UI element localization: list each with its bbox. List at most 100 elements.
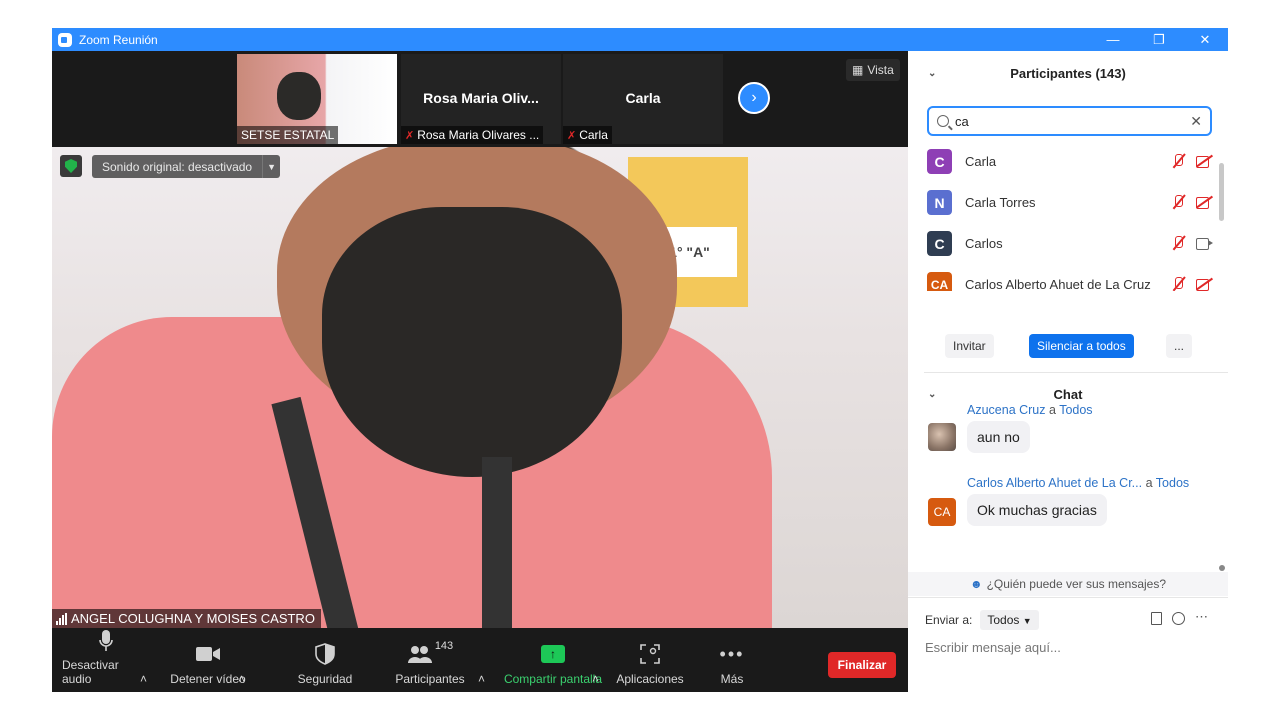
mic-muted-icon[interactable] — [1170, 276, 1186, 291]
participant-row[interactable]: C Carlos — [908, 223, 1218, 264]
participants-scrollbar[interactable] — [1219, 163, 1224, 221]
file-icon[interactable] — [1151, 612, 1162, 625]
signal-icon — [56, 612, 67, 625]
more-dots-icon: ••• — [719, 643, 745, 664]
microphone-icon — [98, 628, 114, 654]
avatar: CA — [927, 272, 952, 291]
camera-on-icon[interactable] — [1196, 235, 1213, 251]
participants-options-chevron-icon[interactable]: ˄ — [478, 628, 485, 692]
chat-message: CA Carlos Alberto Ahuet de La Cr... a To… — [928, 476, 1189, 526]
participant-name: Carla — [965, 154, 997, 169]
video-lanyard — [482, 457, 512, 628]
thumbnail-name: ✗ Carla — [563, 126, 612, 144]
close-icon[interactable]: ✕ — [1182, 28, 1228, 51]
apps-label: Aplicaciones — [616, 672, 684, 686]
participants-icon: 143 — [407, 640, 453, 668]
avatar: CA — [928, 498, 956, 526]
avatar — [928, 423, 956, 451]
video-button[interactable]: Detener vídeo — [168, 628, 248, 692]
participant-actions: Invitar Silenciar a todos ... — [908, 334, 1228, 358]
main-video: 1° "A" Sonido original: desactivado ▼ AN… — [52, 147, 908, 628]
participant-row[interactable]: C Carla — [908, 141, 1218, 182]
zoom-logo-icon — [58, 32, 72, 47]
person-icon: ☻ — [969, 577, 983, 591]
avatar: N — [927, 190, 952, 215]
participants-button[interactable]: 143 Participantes — [388, 628, 472, 692]
more-options-button[interactable]: ... — [1166, 334, 1193, 358]
participant-search[interactable]: ✕ — [927, 106, 1212, 136]
participant-search-input[interactable] — [955, 113, 1191, 129]
chat-sender: Carlos Alberto Ahuet de La Cr... a Todos — [967, 476, 1190, 490]
collapse-chevron-icon[interactable]: ⌄ — [928, 389, 936, 400]
camera-off-icon[interactable] — [1196, 276, 1212, 291]
end-meeting-button[interactable]: Finalizar — [828, 652, 896, 678]
participant-list: C Carla N Carla Torres C Carlos CA Carlo… — [908, 141, 1218, 291]
share-screen-label: Compartir pantalla — [503, 672, 603, 686]
who-can-see-link[interactable]: ☻ ¿Quién puede ver sus mensajes? — [908, 572, 1228, 596]
participants-title: Participantes (143) — [1010, 65, 1126, 81]
send-to-label: Enviar a: — [925, 613, 973, 627]
zoom-window: Zoom Reunión — ❐ ✕ SETSE ESTATAL Rosa Ma… — [52, 28, 1228, 692]
grid-icon: ▦ — [852, 63, 864, 77]
chevron-down-icon: ▼ — [1022, 616, 1032, 626]
participant-row[interactable]: CA Carlos Alberto Ahuet de La Cruz — [908, 264, 1218, 291]
share-screen-icon: ↑ — [541, 645, 565, 663]
thumbnail-display-name: Rosa Maria Oliv... — [423, 90, 539, 106]
chat-sender: Azucena Cruz a Todos — [967, 403, 1093, 417]
participants-header: ⌄ Participantes (143) — [908, 51, 1228, 95]
thumbnail-name-text: Carla — [579, 128, 608, 142]
thumbnail-carla[interactable]: Carla ✗ Carla — [563, 54, 723, 144]
security-label: Seguridad — [297, 672, 353, 686]
avatar: C — [927, 149, 952, 174]
chat-message-input[interactable] — [925, 640, 1210, 655]
next-page-button[interactable]: › — [738, 82, 770, 114]
chat-bubble: Ok muchas gracias — [967, 494, 1107, 526]
security-button[interactable]: Seguridad — [288, 628, 362, 692]
meeting-toolbar: Desactivar audio ˄ Detener vídeo ˄ Segur… — [52, 628, 908, 692]
view-button[interactable]: ▦ Vista — [846, 59, 900, 81]
participant-name: Carlos Alberto Ahuet de La Cruz — [965, 277, 1151, 291]
chat-scrollbar[interactable] — [1219, 421, 1225, 571]
apps-button[interactable]: Aplicaciones — [614, 628, 686, 692]
window-controls: — ❐ ✕ — [1090, 28, 1228, 51]
minimize-icon[interactable]: — — [1090, 28, 1136, 51]
clear-search-icon[interactable]: ✕ — [1190, 113, 1202, 130]
video-area: SETSE ESTATAL Rosa Maria Oliv... ✗ Rosa … — [52, 51, 908, 628]
emoji-icon[interactable] — [1172, 612, 1185, 625]
video-label: Detener vídeo — [170, 672, 246, 686]
thumbnail-setse[interactable]: SETSE ESTATAL — [237, 54, 397, 144]
side-panel: ⌄ Participantes (143) ✕ C Carla N Carla … — [908, 51, 1228, 692]
chevron-down-icon[interactable]: ▼ — [262, 155, 280, 178]
send-to-select[interactable]: Todos ▼ — [980, 610, 1039, 630]
mute-button[interactable]: Desactivar audio — [62, 628, 150, 692]
mic-muted-icon[interactable] — [1170, 153, 1186, 169]
thumbnail-rosa[interactable]: Rosa Maria Oliv... ✗ Rosa Maria Olivares… — [401, 54, 561, 144]
invite-button[interactable]: Invitar — [945, 334, 994, 358]
chat-compose: Enviar a: Todos ▼ ⋯ — [908, 597, 1228, 692]
share-options-chevron-icon[interactable]: ˄ — [592, 628, 599, 692]
restore-icon[interactable]: ❐ — [1136, 28, 1182, 51]
participant-name: Carla Torres — [965, 195, 1036, 210]
view-button-label: Vista — [867, 63, 894, 77]
camera-off-icon[interactable] — [1196, 153, 1212, 169]
mic-muted-icon[interactable] — [1170, 194, 1186, 210]
camera-off-icon[interactable] — [1196, 194, 1212, 210]
mute-all-button[interactable]: Silenciar a todos — [1029, 334, 1134, 358]
more-button[interactable]: ••• Más — [706, 628, 758, 692]
thumbnail-name-text: Rosa Maria Olivares ... — [417, 128, 540, 142]
participants-count: 143 — [434, 640, 454, 652]
participant-row[interactable]: N Carla Torres — [908, 182, 1218, 223]
encryption-shield-icon[interactable] — [60, 155, 82, 177]
more-dots-icon[interactable]: ⋯ — [1195, 610, 1208, 625]
original-sound-toggle[interactable]: Sonido original: desactivado ▼ — [92, 155, 281, 178]
send-to: Enviar a: Todos ▼ — [925, 610, 1039, 630]
speaker-name: ANGEL COLUGHNA Y MOISES CASTRO — [52, 609, 321, 628]
mic-muted-icon[interactable] — [1170, 235, 1186, 251]
video-camera-icon — [195, 640, 221, 668]
video-options-chevron-icon[interactable]: ˄ — [238, 628, 245, 692]
collapse-chevron-icon[interactable]: ⌄ — [928, 68, 936, 79]
search-icon — [937, 115, 949, 127]
thumbnail-name: SETSE ESTATAL — [237, 126, 339, 144]
participant-name: Carlos — [965, 236, 1003, 251]
audio-options-chevron-icon[interactable]: ˄ — [140, 628, 147, 692]
